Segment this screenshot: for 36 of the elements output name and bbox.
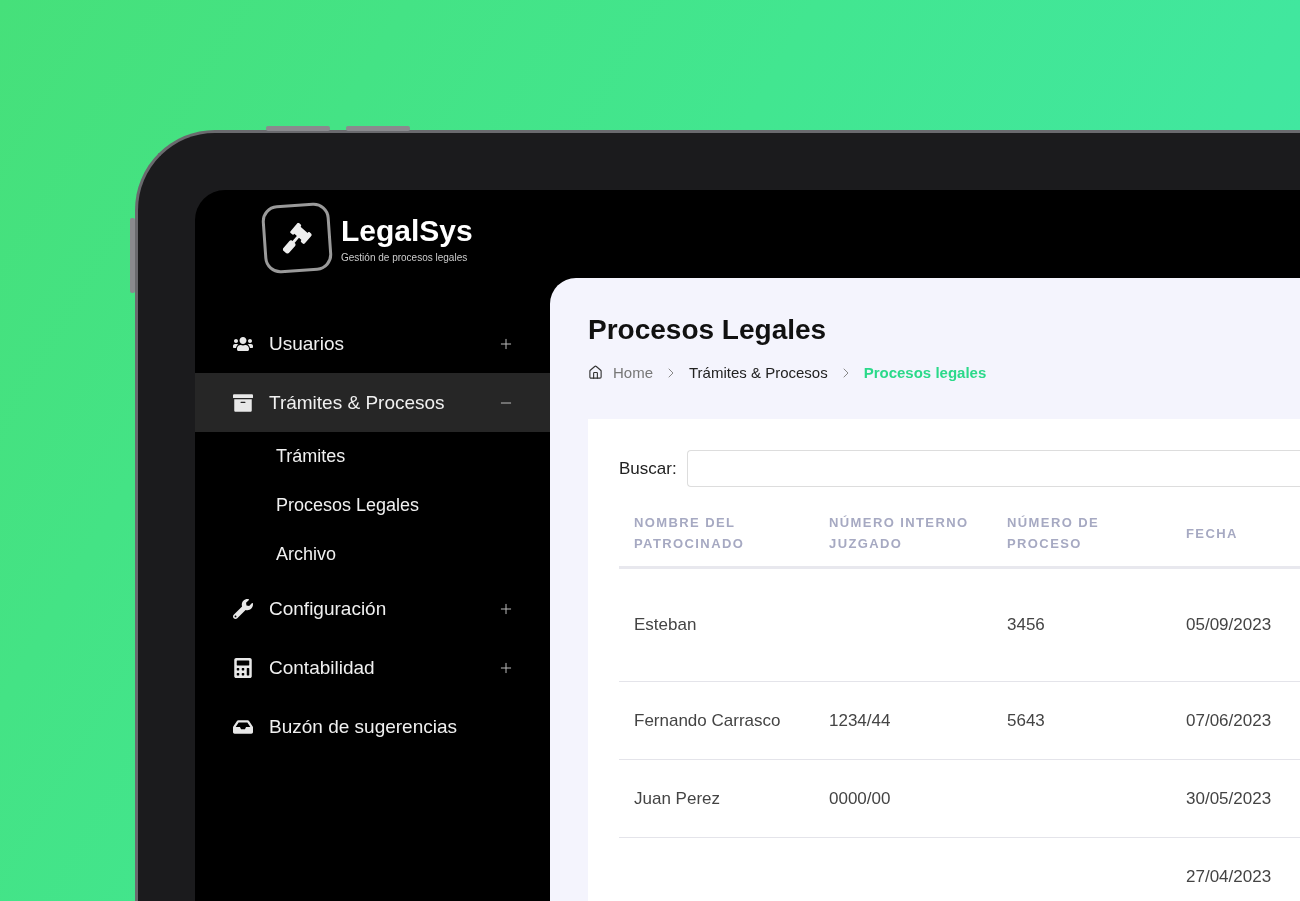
calculator-icon [231, 657, 255, 678]
submenu-item[interactable]: Trámites [195, 432, 550, 481]
table-cell-text: 07/06/2023 [1185, 710, 1273, 731]
brand-name: LegalSys [341, 213, 473, 248]
home-icon [588, 365, 603, 380]
wrench-icon [231, 598, 255, 619]
breadcrumb-link[interactable]: Trámites & Procesos [689, 364, 828, 381]
menu-item-label: Trámites & Procesos [269, 391, 446, 414]
menu-item[interactable]: Buzón de sugerencias [195, 697, 550, 756]
table-cell-text: 0000/00 [828, 788, 892, 809]
archive-box-icon [231, 392, 255, 413]
menu-item[interactable]: Trámites & Procesos [195, 373, 550, 432]
table-cell-text: Esteban [633, 615, 698, 635]
menu-item[interactable]: Configuración [195, 579, 550, 638]
submenu-item[interactable]: Procesos Legales [195, 481, 550, 530]
breadcrumb-link[interactable]: Home [613, 364, 653, 381]
table-cell-text: Juan Perez [633, 788, 721, 809]
menu-item-label: Buzón de sugerencias [269, 715, 458, 738]
submenu-item[interactable]: Archivo [195, 530, 550, 579]
menu-item-label: Configuración [269, 597, 388, 620]
table-cell-text: 27/04/2023 [1185, 866, 1273, 887]
table-cell-text: 5643 [1006, 710, 1046, 731]
table-cell-text: 05/09/2023 [1185, 615, 1273, 635]
menu-item-label: Usuarios [269, 332, 345, 355]
menu-item[interactable]: Usuarios [195, 314, 550, 373]
brand-tagline: Gestión de procesos legales [341, 251, 469, 263]
menu-item[interactable]: Contabilidad [195, 638, 550, 697]
table-cell-text: 30/05/2023 [1185, 788, 1273, 809]
table-cell-text: 1234/44 [828, 710, 892, 731]
search-label: Buscar: [619, 458, 677, 479]
page-title: Procesos Legales [588, 314, 828, 346]
search-field[interactable] [686, 450, 1300, 487]
menu-item-label: Contabilidad [269, 656, 376, 679]
table-cell-text: 3456 [1006, 615, 1046, 635]
table-cell-text: Fernando Carrasco [633, 710, 782, 731]
gavel-logo-icon [260, 201, 334, 275]
